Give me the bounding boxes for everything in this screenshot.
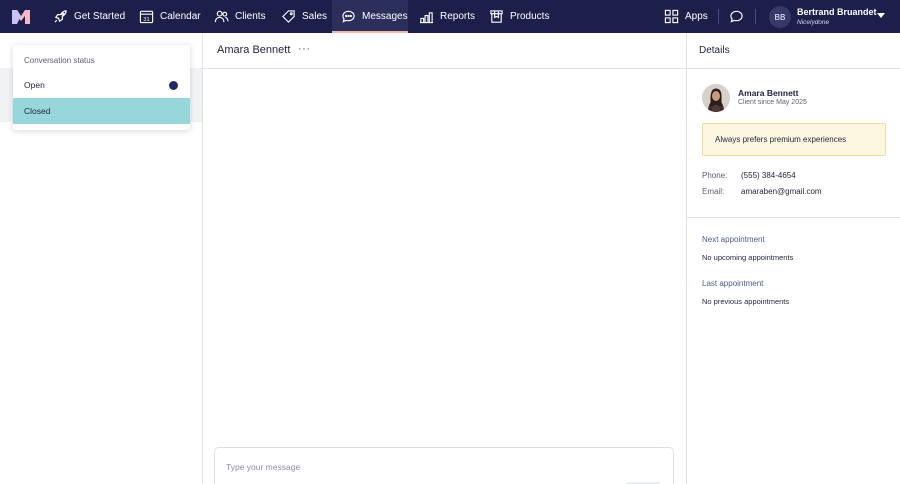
tag-icon — [282, 10, 295, 23]
nav-products[interactable]: Products — [489, 0, 549, 33]
last-appointment-label: Last appointment — [702, 279, 764, 288]
nav-label: Messages — [362, 11, 408, 22]
nav-sales[interactable]: Sales — [281, 0, 327, 33]
phone-label: Phone: — [702, 171, 728, 180]
rocket-icon — [54, 10, 67, 23]
nav-label: Sales — [302, 11, 328, 22]
nav-apps[interactable]: Apps — [664, 0, 708, 33]
client-photo-icon — [702, 84, 730, 112]
nav-apps-label: Apps — [685, 11, 708, 22]
message-input[interactable] — [226, 462, 646, 472]
client-name: Amara Bennett — [738, 88, 799, 98]
conversation-title: Amara Bennett — [217, 44, 291, 56]
client-since: Client since May 2025 — [738, 99, 807, 106]
bar-chart-icon — [419, 12, 434, 24]
status-option-open[interactable]: Open — [13, 72, 190, 98]
nav-clients[interactable]: Clients — [214, 0, 266, 33]
users-icon — [214, 10, 229, 23]
details-panel: Details Amara Bennett Client since May 2… — [686, 33, 900, 484]
chat-icon — [342, 10, 355, 23]
status-option-label: Closed — [24, 106, 51, 116]
nav-calendar[interactable]: 31 Calendar — [139, 0, 201, 33]
speech-bubble-icon — [730, 10, 743, 23]
client-avatar — [702, 84, 730, 112]
calendar-icon-date: 31 — [143, 17, 149, 23]
top-navigation-bar: Get Started 31 Calendar Clients Sales Me… — [0, 0, 900, 33]
nav-divider — [718, 9, 719, 24]
nav-divider — [755, 9, 756, 24]
nav-get-started[interactable]: Get Started — [53, 0, 125, 33]
divider — [687, 217, 900, 218]
user-avatar[interactable]: BB — [769, 6, 791, 28]
divider — [687, 68, 900, 69]
more-options-icon[interactable]: ··· — [298, 43, 311, 55]
nav-label: Products — [510, 11, 550, 22]
box-icon — [490, 10, 503, 23]
grid-icon — [664, 9, 679, 24]
chevron-down-icon[interactable] — [877, 13, 885, 18]
calendar-icon: 31 — [139, 10, 154, 24]
status-option-closed[interactable]: Closed — [13, 98, 190, 124]
nav-messages[interactable]: Messages — [332, 0, 408, 33]
next-appointment-value: No upcoming appointments — [702, 253, 794, 262]
conversation-status-dropdown: Conversation status Open Closed — [13, 45, 190, 130]
status-menu-header: Conversation status — [24, 56, 95, 65]
nav-label: Get Started — [74, 11, 126, 22]
email-value: amaraben@gmail.com — [741, 187, 822, 196]
phone-value: (555) 384-4654 — [741, 171, 796, 180]
next-appointment-label: Next appointment — [702, 235, 765, 244]
details-title: Details — [699, 45, 730, 56]
client-note: Always prefers premium experiences — [702, 123, 886, 156]
client-note-text: Always prefers premium experiences — [715, 135, 847, 144]
nav-label: Clients — [235, 11, 266, 22]
status-option-label: Open — [24, 80, 45, 90]
brand-logo-icon[interactable] — [12, 9, 30, 24]
user-organization: Nicelydone — [797, 19, 830, 26]
nav-label: Reports — [440, 11, 476, 22]
nav-reports[interactable]: Reports — [419, 0, 475, 33]
email-label: Email: — [702, 187, 725, 196]
message-composer — [214, 447, 674, 484]
notifications-button[interactable] — [729, 0, 744, 33]
last-appointment-value: No previous appointments — [702, 297, 790, 306]
user-name: Bertrand Bruandet — [797, 7, 877, 17]
radio-selected-icon — [169, 81, 178, 90]
nav-label: Calendar — [160, 11, 201, 22]
conversation-header: Amara Bennett ··· — [203, 33, 686, 69]
user-menu[interactable]: Bertrand Bruandet Nicelydone — [797, 7, 877, 27]
